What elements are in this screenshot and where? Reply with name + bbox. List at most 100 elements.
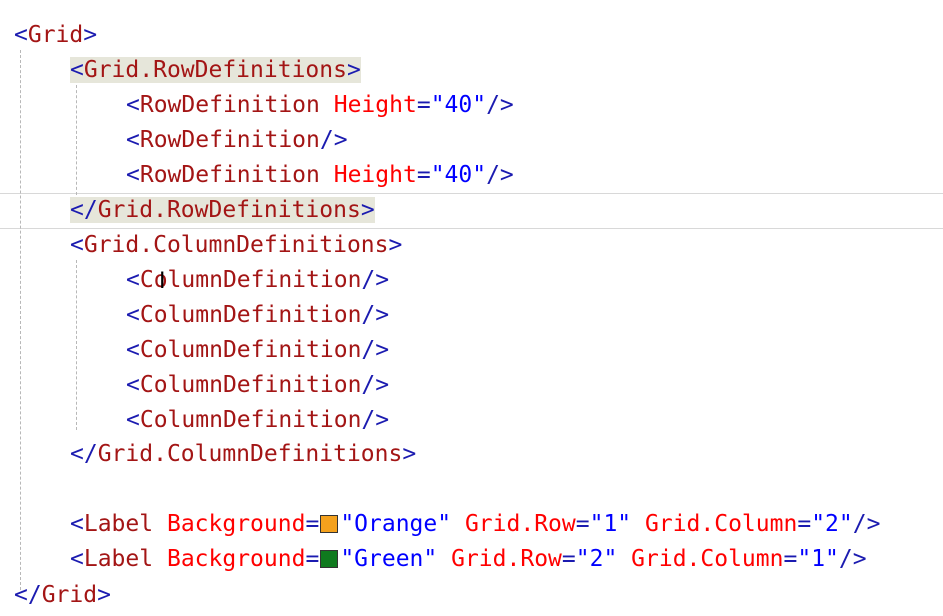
code-token: = [561,546,576,572]
code-token: </ [70,197,98,223]
element-name: Grid.RowDefinitions [83,57,347,83]
code-token: < [70,546,84,572]
code-token: /> [361,407,390,433]
element-name: RowDefinition [139,127,320,153]
indent-guide-outer [20,50,21,590]
text-cursor-icon: I [159,269,166,294]
element-name: Grid [27,22,84,48]
attribute-value: "Orange" [340,511,452,537]
code-token: > [388,232,403,258]
code-line[interactable]: <Grid.ColumnDefinitions> [70,228,402,262]
code-token: = [305,546,320,572]
attribute-name: Grid.Row [464,511,576,537]
code-line[interactable]: </Grid> [14,578,111,612]
attribute-value: "1" [797,546,839,572]
code-token: < [126,407,140,433]
attribute-name: Grid.Row [451,546,562,572]
code-token: = [783,546,798,572]
attribute-value: "40" [430,92,487,118]
code-line[interactable]: <ColumnDefinition/> [126,403,389,437]
code-token: < [14,22,28,48]
code-token: /> [486,92,514,118]
code-token: /> [852,511,881,537]
code-token: < [126,92,140,118]
element-name: RowDefinition [139,162,320,188]
code-token: </ [14,582,42,608]
code-token: /> [319,127,348,153]
code-token: > [97,582,111,608]
code-token: = [305,511,320,537]
code-line[interactable]: <Label Background= "Orange" Grid.Row="1" … [70,507,880,541]
attribute-name: Background [166,546,306,572]
code-token: = [575,511,590,537]
code-token: < [70,57,84,83]
element-name: RowDefinition [139,92,320,118]
code-token: < [126,127,140,153]
code-line[interactable]: <Grid> [14,18,97,52]
code-token: < [70,232,84,258]
code-token: /> [361,372,390,398]
element-name: ColumnDefinition [139,407,362,433]
code-token: > [83,22,98,48]
attribute-value: "Green" [340,546,438,572]
code-token: /> [361,267,390,293]
attribute-value: "1" [589,511,632,537]
code-line[interactable]: <Grid.RowDefinitions> [70,53,361,87]
code-token: > [360,197,375,223]
element-name: Label [83,511,154,537]
element-name: ColumnDefinition [139,267,362,293]
element-name: Grid.ColumnDefinitions [97,441,403,467]
attribute-value: "2" [811,511,853,537]
attribute-name: Grid.Column [645,511,798,537]
code-token: </ [70,441,98,467]
element-name: ColumnDefinition [139,337,362,363]
code-token: < [126,302,140,328]
code-token: /> [361,337,390,363]
code-line[interactable]: <ColumnDefinition/> [126,368,389,402]
attribute-value: "40" [430,162,487,188]
code-line[interactable]: </Grid.RowDefinitions> [70,193,375,227]
code-token: = [416,162,431,188]
attribute-name: Grid.Column [631,546,784,572]
element-name: Grid.RowDefinitions [97,197,361,223]
code-token: < [126,267,140,293]
code-token: < [70,511,84,537]
code-token: > [346,57,361,83]
element-name: ColumnDefinition [139,372,362,398]
attribute-name: Height [333,92,417,118]
code-line[interactable]: <ColumnDefinition/> [126,298,389,332]
attribute-name: Background [166,511,306,537]
code-line[interactable]: <RowDefinition Height="40"/> [126,88,514,122]
code-line[interactable]: </Grid.ColumnDefinitions> [70,437,416,471]
code-line[interactable]: <RowDefinition/> [126,123,348,157]
code-line[interactable]: <Label Background= "Green" Grid.Row="2" G… [70,542,867,576]
code-line[interactable]: <RowDefinition Height="40"/> [126,158,514,192]
code-token: < [126,162,140,188]
element-name: Grid [41,582,98,608]
color-swatch-icon[interactable] [320,550,339,568]
code-token: = [797,511,812,537]
code-token: /> [361,302,390,328]
color-swatch-icon[interactable] [320,515,339,533]
code-line[interactable]: <ColumnDefinition/> [126,333,389,367]
code-token: < [126,372,140,398]
code-token: > [402,441,417,467]
code-token: /> [838,546,867,572]
element-name: Grid.ColumnDefinitions [83,232,389,258]
indent-guide-row [76,85,77,195]
attribute-value: "2" [575,546,618,572]
code-editor[interactable]: <Grid> <Grid.RowDefinitions> <RowDefinitio… [0,0,943,616]
element-name: Label [83,546,154,572]
code-token: < [126,337,140,363]
element-name: ColumnDefinition [139,302,362,328]
attribute-name: Height [333,162,417,188]
code-token: = [416,92,431,118]
